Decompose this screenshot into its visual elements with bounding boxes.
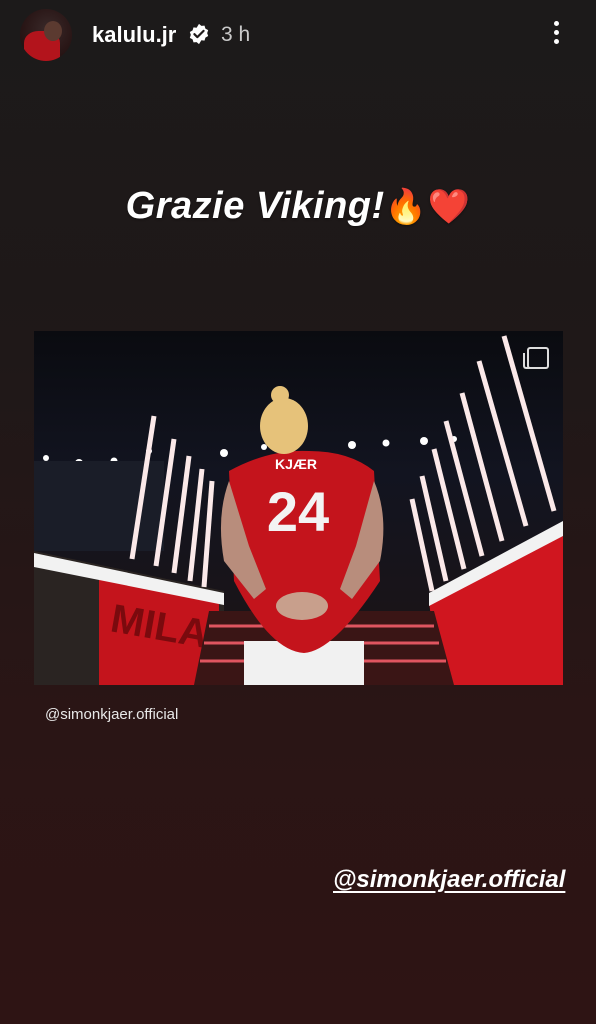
jersey-name: KJÆR	[275, 456, 317, 472]
shared-post-image[interactable]: MILAN KJÆR 24	[34, 331, 563, 685]
caption-emojis: 🔥❤️	[384, 188, 471, 226]
more-options-icon[interactable]	[549, 18, 563, 50]
verified-badge-icon	[189, 23, 209, 45]
story-caption: Grazie Viking!🔥❤️	[0, 185, 596, 228]
post-time: 3 h	[221, 23, 251, 46]
post-credit[interactable]: @simonkjaer.official	[45, 706, 178, 723]
mention-sticker[interactable]: @simonkjaer.official	[333, 866, 565, 894]
post-photo: MILAN KJÆR 24	[34, 335, 563, 685]
story-header: kalulu.jr 3 h	[0, 0, 596, 70]
avatar[interactable]	[20, 9, 72, 61]
caption-text: Grazie Viking!	[125, 185, 385, 227]
username[interactable]: kalulu.jr	[92, 22, 176, 48]
jersey-number: 24	[267, 480, 329, 543]
carousel-icon	[523, 347, 549, 369]
